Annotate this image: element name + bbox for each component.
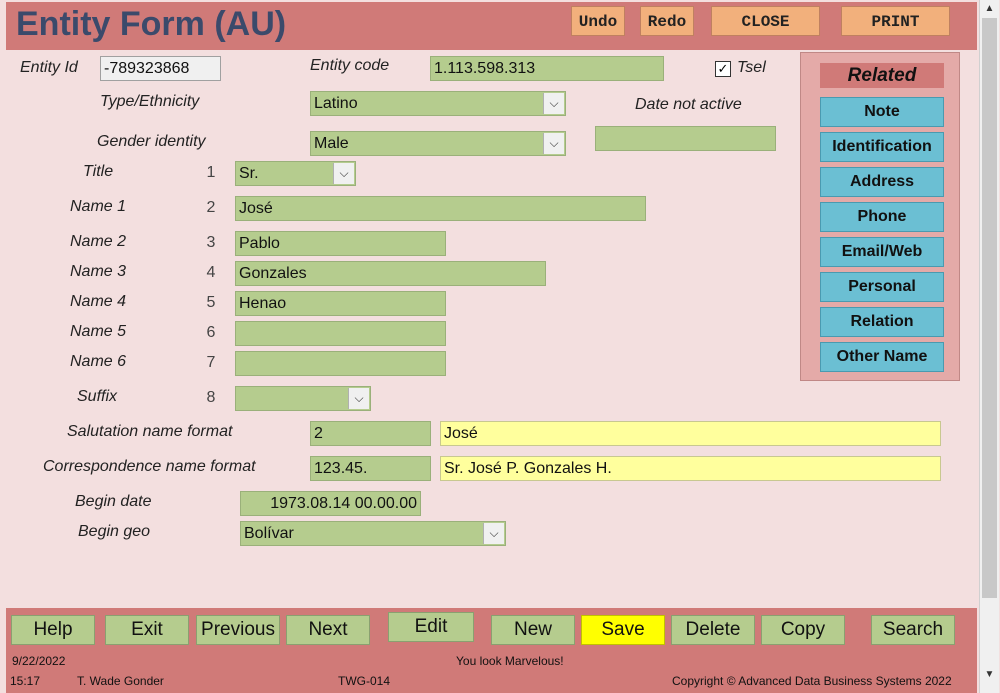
name2-label: Name 2 bbox=[70, 233, 127, 250]
begin-geo-value: Bolívar bbox=[244, 525, 294, 542]
next-button[interactable]: Next bbox=[286, 615, 370, 645]
salutation-code-field[interactable]: 2 bbox=[310, 421, 431, 446]
name1-number: 2 bbox=[206, 199, 216, 216]
name1-field[interactable]: José bbox=[235, 196, 646, 221]
gender-identity-label: Gender identity bbox=[97, 133, 206, 150]
related-email-web-button[interactable]: Email/Web bbox=[820, 237, 944, 267]
chevron-down-icon[interactable]: ⌵ bbox=[543, 133, 564, 154]
status-date: 9/22/2022 bbox=[12, 654, 66, 668]
related-note-button[interactable]: Note bbox=[820, 97, 944, 127]
status-copyright: Copyright © Advanced Data Business Syste… bbox=[672, 674, 952, 688]
title-value: Sr. bbox=[239, 165, 259, 182]
redo-button[interactable]: Redo bbox=[640, 6, 694, 36]
name3-label: Name 3 bbox=[70, 263, 127, 280]
scroll-up-icon[interactable]: ▲ bbox=[980, 0, 999, 17]
name5-label: Name 5 bbox=[70, 323, 127, 340]
entity-code-field[interactable]: 1.113.598.313 bbox=[430, 56, 664, 81]
begin-date-label: Begin date bbox=[75, 493, 152, 510]
tsel-checkbox[interactable]: ✓ bbox=[715, 61, 731, 77]
type-ethnicity-label: Type/Ethnicity bbox=[100, 93, 200, 110]
correspondence-code-field[interactable]: 123.45. bbox=[310, 456, 431, 481]
name4-number: 5 bbox=[206, 294, 216, 311]
scroll-down-icon[interactable]: ▼ bbox=[980, 666, 999, 683]
search-button[interactable]: Search bbox=[871, 615, 955, 645]
exit-button[interactable]: Exit bbox=[105, 615, 189, 645]
title-label: Title bbox=[83, 163, 114, 180]
tsel-label: Tsel bbox=[737, 59, 766, 76]
previous-button[interactable]: Previous bbox=[196, 615, 280, 645]
correspondence-result-field: Sr. José P. Gonzales H. bbox=[440, 456, 941, 481]
entity-code-label: Entity code bbox=[310, 57, 390, 74]
new-button[interactable]: New bbox=[491, 615, 575, 645]
name5-number: 6 bbox=[206, 324, 216, 341]
suffix-select[interactable]: ⌵ bbox=[235, 386, 371, 411]
status-user: T. Wade Gonder bbox=[77, 674, 164, 688]
undo-button[interactable]: Undo bbox=[571, 6, 625, 36]
name4-label: Name 4 bbox=[70, 293, 127, 310]
form-title: Entity Form (AU) bbox=[16, 5, 287, 43]
print-button[interactable]: PRINT bbox=[841, 6, 950, 36]
related-identification-button[interactable]: Identification bbox=[820, 132, 944, 162]
name3-field[interactable]: Gonzales bbox=[235, 261, 546, 286]
chevron-down-icon[interactable]: ⌵ bbox=[333, 163, 354, 184]
gender-identity-select[interactable]: Male ⌵ bbox=[310, 131, 566, 156]
related-address-button[interactable]: Address bbox=[820, 167, 944, 197]
help-button[interactable]: Help bbox=[11, 615, 95, 645]
delete-button[interactable]: Delete bbox=[671, 615, 755, 645]
related-other-name-button[interactable]: Other Name bbox=[820, 342, 944, 372]
gender-identity-value: Male bbox=[314, 135, 349, 152]
chevron-down-icon[interactable]: ⌵ bbox=[483, 523, 504, 544]
edit-button[interactable]: Edit bbox=[388, 612, 474, 642]
status-time: 15:17 bbox=[10, 674, 41, 688]
name2-field[interactable]: Pablo bbox=[235, 231, 446, 256]
salutation-label: Salutation name format bbox=[67, 423, 233, 440]
name3-number: 4 bbox=[206, 264, 216, 281]
status-message: You look Marvelous! bbox=[456, 654, 564, 668]
close-button[interactable]: CLOSE bbox=[711, 6, 820, 36]
begin-date-field[interactable]: 1973.08.14 00.00.00 bbox=[240, 491, 421, 516]
title-number: 1 bbox=[206, 164, 216, 181]
correspondence-label: Correspondence name format bbox=[43, 458, 256, 475]
scrollbar-thumb[interactable] bbox=[982, 18, 997, 598]
begin-geo-label: Begin geo bbox=[78, 523, 151, 540]
chevron-down-icon[interactable]: ⌵ bbox=[543, 93, 564, 114]
entity-id-field[interactable]: -789323868 bbox=[100, 56, 221, 81]
suffix-label: Suffix bbox=[77, 388, 118, 405]
save-button[interactable]: Save bbox=[581, 615, 665, 645]
type-ethnicity-value: Latino bbox=[314, 95, 358, 112]
salutation-result-field: José bbox=[440, 421, 941, 446]
chevron-down-icon[interactable]: ⌵ bbox=[348, 388, 369, 409]
related-phone-button[interactable]: Phone bbox=[820, 202, 944, 232]
related-title: Related bbox=[820, 63, 944, 88]
name4-field[interactable]: Henao bbox=[235, 291, 446, 316]
copy-button[interactable]: Copy bbox=[761, 615, 845, 645]
type-ethnicity-select[interactable]: Latino ⌵ bbox=[310, 91, 566, 116]
related-relation-button[interactable]: Relation bbox=[820, 307, 944, 337]
vertical-scrollbar[interactable]: ▲ ▼ bbox=[979, 0, 999, 693]
date-not-active-label: Date not active bbox=[635, 96, 742, 113]
name1-label: Name 1 bbox=[70, 198, 127, 215]
related-personal-button[interactable]: Personal bbox=[820, 272, 944, 302]
entity-id-label: Entity Id bbox=[20, 59, 78, 76]
related-panel: Related Note Identification Address Phon… bbox=[800, 52, 960, 381]
title-select[interactable]: Sr. ⌵ bbox=[235, 161, 356, 186]
status-code: TWG-014 bbox=[338, 674, 391, 688]
name6-field[interactable] bbox=[235, 351, 446, 376]
begin-geo-select[interactable]: Bolívar ⌵ bbox=[240, 521, 506, 546]
date-not-active-field[interactable] bbox=[595, 126, 776, 151]
name6-label: Name 6 bbox=[70, 353, 127, 370]
name2-number: 3 bbox=[206, 234, 216, 251]
name6-number: 7 bbox=[206, 354, 216, 371]
suffix-number: 8 bbox=[206, 389, 216, 406]
name5-field[interactable] bbox=[235, 321, 446, 346]
